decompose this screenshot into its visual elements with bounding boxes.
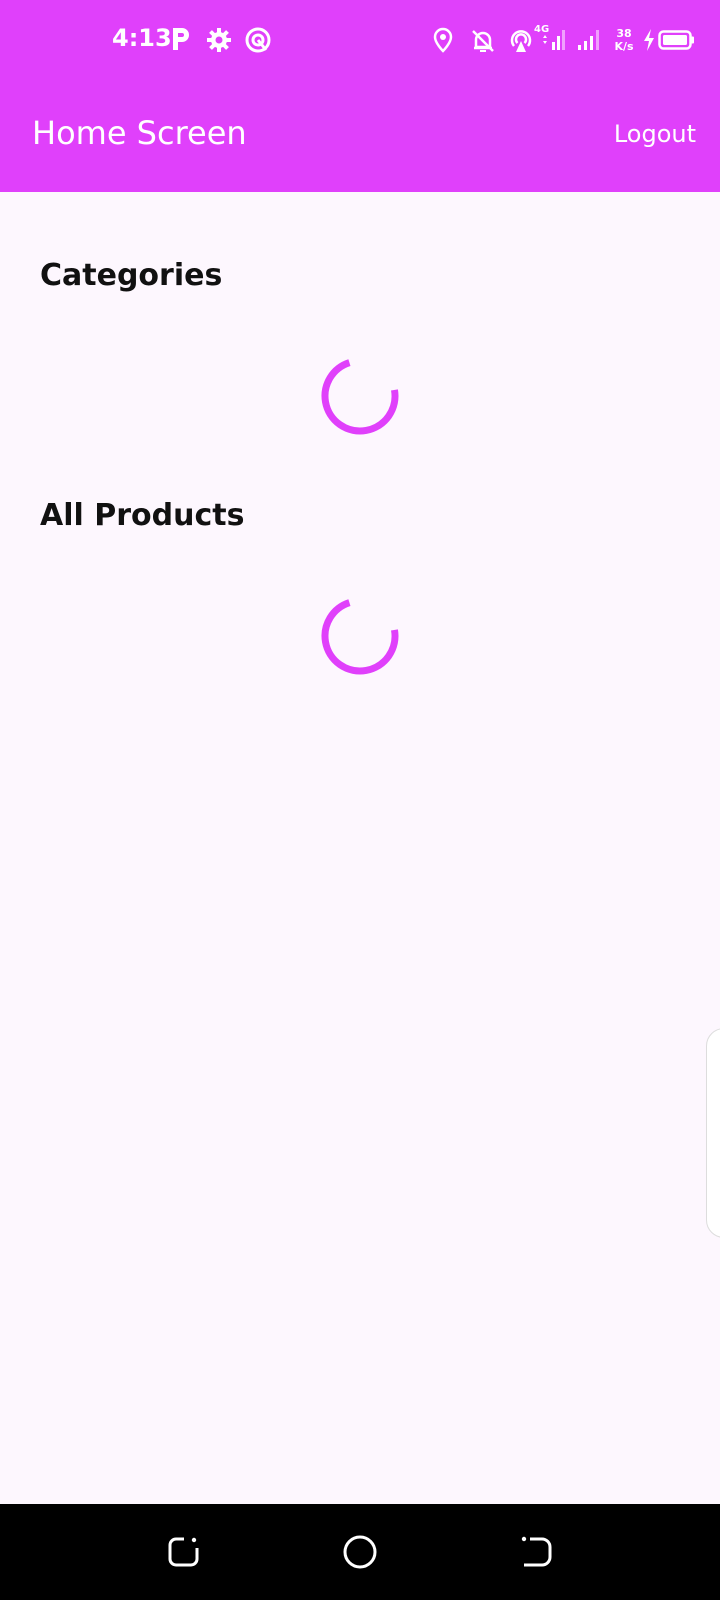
products-loading-spinner bbox=[321, 597, 399, 675]
categories-loading-spinner bbox=[321, 357, 399, 435]
charging-icon bbox=[644, 29, 654, 51]
speed-value: 38 bbox=[616, 27, 632, 40]
hotspot-app-icon bbox=[245, 27, 271, 53]
parking-icon bbox=[173, 28, 189, 50]
battery-icon bbox=[658, 30, 694, 50]
home-icon[interactable] bbox=[342, 1534, 378, 1570]
recent-apps-icon[interactable] bbox=[166, 1534, 202, 1570]
status-time: 4:13 bbox=[112, 24, 172, 52]
categories-heading: Categories bbox=[40, 258, 223, 293]
location-icon bbox=[433, 27, 453, 53]
signal-icon bbox=[578, 30, 599, 50]
page-title: Home Screen bbox=[32, 114, 247, 152]
network-type: 4G bbox=[534, 24, 550, 35]
navigation-bar bbox=[0, 1504, 720, 1600]
hotspot-icon bbox=[510, 30, 532, 52]
status-bar: 4:13 4G 38 K/s bbox=[0, 0, 720, 80]
edge-panel-handle[interactable] bbox=[706, 1028, 720, 1238]
notifications-off-icon bbox=[472, 30, 494, 52]
settings-icon bbox=[207, 28, 231, 52]
app-bar: 4:13 4G 38 K/s Home Screen Logout bbox=[0, 0, 720, 192]
speed-unit: K/s bbox=[614, 40, 634, 53]
all-products-heading: All Products bbox=[40, 498, 245, 533]
logout-button[interactable]: Logout bbox=[614, 120, 696, 148]
back-icon[interactable] bbox=[518, 1534, 554, 1570]
